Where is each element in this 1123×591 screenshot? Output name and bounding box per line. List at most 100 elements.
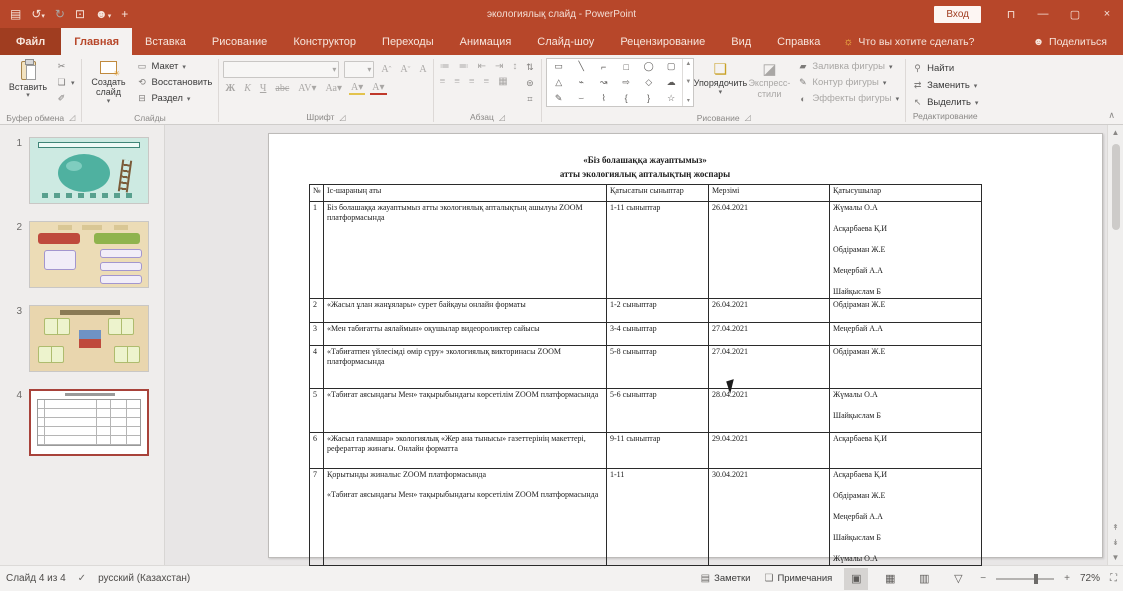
vertical-scrollbar[interactable]: ▲ ↟ ↡ ▼ [1107,125,1123,565]
share-button[interactable]: ☻ Поделиться [1017,28,1123,55]
decrease-indent-icon[interactable]: ⇤ [476,61,488,72]
tab-help[interactable]: Справка [764,28,833,55]
bold-button[interactable]: Ж [223,83,237,94]
previous-slide-icon[interactable]: ↟ [1108,520,1123,535]
shape-icon[interactable]: } [647,93,650,103]
cut-button[interactable]: ✂ [54,60,77,73]
slide-canvas[interactable]: «Біз болашаққа жауаптымыз» атты экология… [268,133,1103,558]
sign-in-button[interactable]: Вход [934,6,981,23]
text-direction-icon[interactable]: ⇅ [522,61,537,74]
dialog-launcher-icon[interactable]: ◿ [339,113,345,122]
scroll-up-icon[interactable]: ▲ [1108,125,1123,140]
tab-file[interactable]: Файл [0,28,61,55]
tab-view[interactable]: Вид [718,28,764,55]
shape-effects-button[interactable]: ◐Эффекты фигуры▾ [795,92,901,105]
align-left-icon[interactable]: ≡ [438,76,448,87]
grow-font-icon[interactable]: Аˆ [379,64,393,75]
slide-3-thumbnail[interactable] [29,305,149,372]
quick-styles-button[interactable]: ◪ Экспресс-стили [746,58,792,111]
shape-icon[interactable]: ☁ [667,77,676,88]
section-button[interactable]: ⊟Раздел▾ [135,92,215,105]
character-spacing-button[interactable]: AV▾ [296,83,318,94]
shape-icon[interactable]: ☆ [667,93,675,104]
spellcheck-icon[interactable]: ✓ [78,573,86,584]
dialog-launcher-icon[interactable]: ◿ [745,113,751,122]
language-indicator[interactable]: русский (Казахстан) [98,573,190,584]
change-case-button[interactable]: Аа▾ [323,83,344,94]
save-icon[interactable]: ▤ [10,7,21,21]
redo-icon[interactable]: ↻ [55,7,65,21]
tell-me-box[interactable]: ☼ Что вы хотите сделать? [833,28,984,55]
reset-button[interactable]: ⟲Восстановить [135,76,215,89]
zoom-slider[interactable] [996,578,1054,580]
comments-button[interactable]: ❏Примечания [762,572,834,585]
justify-icon[interactable]: ≡ [482,76,492,87]
reading-view-button[interactable]: ▥ [912,568,936,590]
start-slideshow-icon[interactable]: ⊡ [75,7,85,21]
columns-icon[interactable]: ▦ [496,76,509,87]
slideshow-view-button[interactable]: ▽ [946,568,970,590]
ribbon-display-options-icon[interactable]: ⊓ [995,0,1027,28]
arrange-button[interactable]: ❏ Упорядочить ▾ [697,58,743,111]
select-button[interactable]: ↖Выделить▾ [910,96,980,109]
next-slide-icon[interactable]: ↡ [1108,535,1123,550]
bullets-icon[interactable]: ≔ [438,61,452,72]
normal-view-button[interactable]: ▣ [844,568,868,590]
slide-1-thumbnail[interactable] [29,137,149,204]
tab-animations[interactable]: Анимация [447,28,525,55]
highlight-color-button[interactable]: А▾ [349,82,365,95]
shape-icon[interactable]: ⌐ [601,62,606,72]
convert-smartart-icon[interactable]: ⌗ [522,93,537,106]
slide-2-thumbnail[interactable] [29,221,149,288]
shape-icon[interactable]: ⇨ [622,77,630,88]
shape-icon[interactable]: ╲ [578,61,583,72]
shape-icon[interactable]: ◯ [644,61,654,72]
shape-icon[interactable]: ⌇ [601,93,605,104]
zoom-in-icon[interactable]: + [1064,573,1070,584]
replace-button[interactable]: ⇄Заменить▾ [910,79,980,92]
increase-indent-icon[interactable]: ⇥ [493,61,505,72]
zoom-level[interactable]: 72% [1080,573,1100,584]
scrollbar-thumb[interactable] [1112,144,1120,230]
shape-icon[interactable]: { [625,93,628,103]
slide-table[interactable]: №Іс-шараның атыҚатысатын сыныптарМерзімі… [309,184,982,566]
font-size-select[interactable]: ▾ [344,61,374,78]
zoom-out-icon[interactable]: − [980,573,986,584]
shape-icon[interactable]: ↝ [600,77,608,88]
notes-button[interactable]: ▤Заметки [699,572,753,585]
tab-transitions[interactable]: Переходы [369,28,447,55]
shrink-font-icon[interactable]: Аˇ [398,64,412,75]
shape-icon[interactable]: ⌣ [578,93,584,104]
shape-icon[interactable]: ◇ [645,77,652,88]
align-text-icon[interactable]: ⊜ [522,77,537,90]
shape-icon[interactable]: △ [555,77,562,88]
slide-sorter-view-button[interactable]: ▦ [878,568,902,590]
tab-insert[interactable]: Вставка [132,28,199,55]
slide-4-thumbnail-selected[interactable] [29,389,149,456]
font-name-select[interactable]: ▾ [223,61,339,78]
shape-icon[interactable]: □ [623,62,628,72]
fit-to-window-icon[interactable]: ⛶ [1110,573,1117,584]
restore-button[interactable]: ▢ [1059,0,1091,28]
copy-button[interactable]: ❏▾ [54,76,77,89]
scroll-down-icon[interactable]: ▼ [1108,550,1123,565]
layout-button[interactable]: ▭Макет▾ [135,60,215,73]
numbering-icon[interactable]: ≕ [457,61,471,72]
close-button[interactable]: × [1091,0,1123,28]
tab-home[interactable]: Главная [61,28,132,55]
shape-outline-button[interactable]: ✎Контур фигуры▾ [795,76,901,89]
strikethrough-button[interactable]: abc [273,83,291,94]
customize-toolbar-icon[interactable]: + [121,7,128,21]
zoom-slider-knob[interactable] [1034,574,1038,584]
undo-icon[interactable]: ↺▾ [31,7,45,21]
tab-design[interactable]: Конструктор [280,28,369,55]
new-slide-button[interactable]: Создать слайд ▾ [86,58,132,111]
tab-slideshow[interactable]: Слайд-шоу [524,28,607,55]
shape-icon[interactable]: ▢ [667,61,676,72]
align-right-icon[interactable]: ≡ [467,76,477,87]
line-spacing-icon[interactable]: ↕ [510,61,519,72]
account-icon[interactable]: ☻▾ [95,7,111,21]
dialog-launcher-icon[interactable]: ◿ [69,113,75,122]
tab-review[interactable]: Рецензирование [607,28,718,55]
italic-button[interactable]: К [242,83,253,94]
